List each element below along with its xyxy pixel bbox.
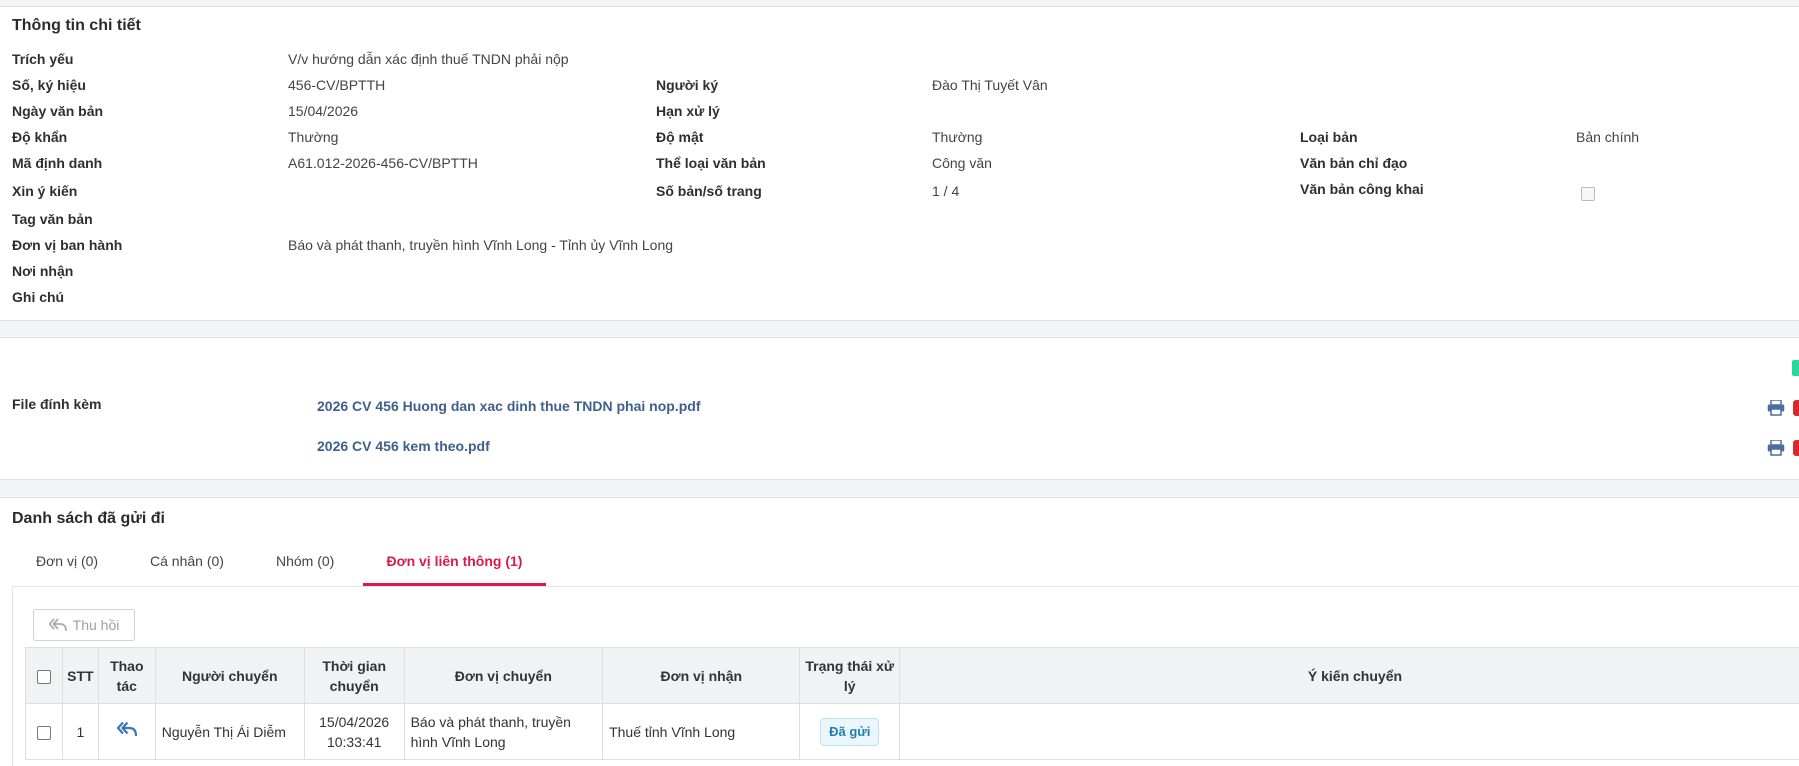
label-noi-nhan: Nơi nhận [12, 263, 74, 279]
label-loai-ban: Loại bản [1300, 129, 1358, 145]
tab-nhom[interactable]: Nhóm (0) [276, 542, 334, 586]
file-link-1[interactable]: 2026 CV 456 Huong dan xac dinh thue TNDN… [317, 398, 700, 414]
label-trich-yeu: Trích yếu [12, 51, 74, 67]
cell-thoi-gian-time: 10:33:41 [326, 733, 382, 750]
label-ngay-van-ban: Ngày văn bản [12, 103, 104, 119]
files-card: File đính kèm 2026 CV 456 Huong dan xac … [0, 337, 1799, 480]
value-ngay-van-ban: 15/04/2026 [288, 103, 359, 119]
col-don-vi-nhan: Đơn vị nhận [602, 647, 801, 704]
value-so-ban-trang: 1 / 4 [932, 183, 960, 199]
value-trich-yeu: V/v hướng dẫn xác định thuế TNDN phải nộ… [288, 51, 569, 67]
file-link-2[interactable]: 2026 CV 456 kem theo.pdf [317, 438, 490, 454]
col-trang-thai: Trạng thái xử lý [799, 647, 900, 704]
col-thoi-gian: Thời gian chuyển [303, 647, 405, 704]
value-ma-dinh-danh: A61.012-2026-456-CV/BPTTH [288, 155, 478, 171]
table-header: STT Thao tác Người chuyển Thời gian chuy… [25, 647, 1799, 704]
label-do-mat: Độ mật [656, 129, 704, 145]
printer-icon[interactable] [1767, 400, 1785, 416]
cell-action [97, 703, 156, 760]
cong-khai-checkbox[interactable] [1581, 187, 1595, 201]
select-all-cell [25, 647, 63, 704]
sent-table: STT Thao tác Người chuyển Thời gian chuy… [25, 647, 1799, 760]
value-nguoi-ky: Đào Thị Tuyết Vân [932, 77, 1048, 93]
label-don-vi-ban-hanh: Đơn vị ban hành [12, 237, 123, 253]
detail-card: Thông tin chi tiết Trích yếu V/v hướng d… [0, 6, 1799, 321]
cell-nguoi-chuyen: Nguyễn Thị Ái Diễm [154, 703, 305, 760]
col-nguoi-chuyen: Người chuyển [154, 647, 305, 704]
select-all-checkbox[interactable] [36, 669, 51, 684]
col-y-kien: Ý kiến chuyển [898, 647, 1799, 704]
col-don-vi-chuyen: Đơn vị chuyển [403, 647, 604, 704]
printer-icon[interactable] [1767, 440, 1785, 456]
label-cong-khai: Văn bản công khai [1300, 181, 1424, 197]
recall-button[interactable]: Thu hồi [33, 609, 135, 641]
value-do-khan: Thường [288, 129, 339, 145]
reply-all-icon [48, 618, 67, 632]
cell-stt: 1 [61, 703, 99, 760]
recall-label: Thu hồi [72, 617, 120, 633]
label-so-ban-trang: Số bản/số trang [656, 183, 762, 199]
label-so-ky-hieu: Số, ký hiệu [12, 77, 86, 93]
label-ghi-chu: Ghi chú [12, 289, 65, 305]
value-don-vi-ban-hanh: Báo và phát thanh, truyền hình Vĩnh Long… [288, 237, 674, 253]
label-ma-dinh-danh: Mã định danh [12, 155, 103, 171]
cell-thoi-gian-date: 15/04/2026 [319, 713, 390, 730]
cell-don-vi-nhan: Thuế tỉnh Vĩnh Long [602, 703, 801, 760]
cell-y-kien [898, 703, 1799, 760]
label-xin-y-kien: Xin ý kiến [12, 183, 78, 199]
label-chi-dao: Văn bản chỉ đạo [1300, 155, 1408, 171]
pdf-icon[interactable] [1793, 440, 1799, 456]
tab-ca-nhan[interactable]: Cá nhân (0) [150, 542, 224, 586]
sent-panel: Thu hồi STT Thao tác Người chuyển Thời g… [12, 586, 1799, 766]
col-thao-tac: Thao tác [97, 647, 156, 704]
label-the-loai: Thể loại văn bản [656, 155, 766, 171]
label-do-khan: Độ khẩn [12, 129, 68, 145]
tab-don-vi-lien-thong[interactable]: Đơn vị liên thông (1) [363, 542, 546, 586]
value-so-ky-hieu: 456-CV/BPTTH [288, 77, 386, 93]
tab-don-vi[interactable]: Đơn vị (0) [36, 542, 98, 586]
value-do-mat: Thường [932, 129, 983, 145]
label-tag: Tag văn bản [12, 211, 93, 227]
sent-card: Danh sách đã gửi đi Đơn vị (0) Cá nhân (… [0, 497, 1799, 766]
label-nguoi-ky: Người ký [656, 77, 719, 93]
col-stt: STT [61, 647, 99, 704]
value-the-loai: Công văn [932, 155, 992, 171]
reply-icon[interactable] [116, 721, 137, 737]
cell-thoi-gian: 15/04/2026 10:33:41 [303, 703, 405, 760]
sent-title: Danh sách đã gửi đi [12, 510, 165, 527]
row-checkbox[interactable] [36, 725, 51, 740]
pdf-icon[interactable] [1793, 400, 1799, 416]
detail-title: Thông tin chi tiết [12, 17, 141, 34]
row-select-cell [25, 703, 63, 760]
files-label: File đính kèm [12, 396, 102, 412]
value-loai-ban: Bản chính [1576, 129, 1640, 145]
label-han-xu-ly: Hạn xử lý [656, 103, 720, 119]
upload-marker[interactable] [1792, 360, 1799, 376]
cell-trang-thai: Đã gửi [799, 703, 900, 760]
table-row: 1 Nguyễn Thị Ái Diễm 15/04/2026 10:33:41… [25, 703, 1799, 760]
status-badge: Đã gửi [820, 717, 880, 746]
cell-don-vi-chuyen: Báo và phát thanh, truyền hình Vĩnh Long [403, 703, 604, 760]
